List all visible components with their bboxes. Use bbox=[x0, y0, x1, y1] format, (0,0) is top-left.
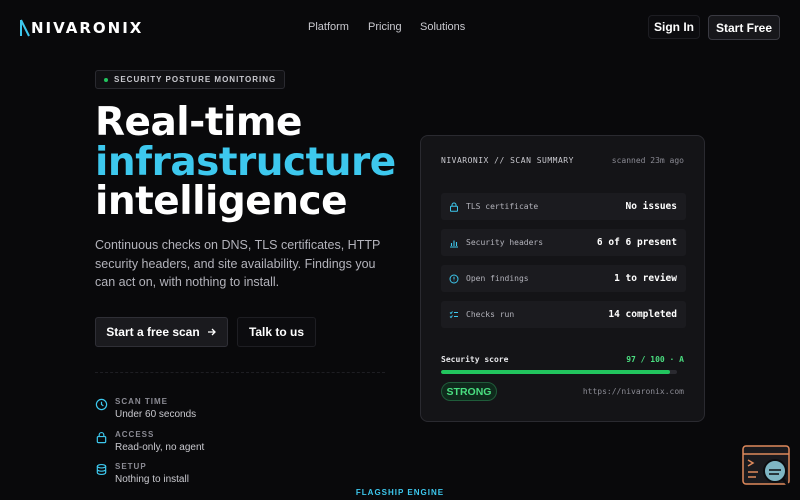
feature-access: ACCESS Read-only, no agent bbox=[95, 430, 204, 453]
help-widget-icon[interactable] bbox=[742, 445, 790, 487]
hero-title-line1: Real-time bbox=[95, 100, 302, 145]
score-progress-fill bbox=[441, 370, 670, 374]
status-dot-icon bbox=[104, 77, 108, 82]
summary-row-findings: Open findings 1 to review bbox=[441, 265, 686, 292]
section-divider bbox=[95, 372, 385, 373]
summary-row-headers: Security headers 6 of 6 present bbox=[441, 229, 686, 256]
brand-logo[interactable]: NIVARONIX bbox=[20, 19, 143, 37]
arrow-right-icon bbox=[207, 328, 216, 336]
start-free-button[interactable]: Start Free bbox=[708, 15, 780, 40]
brand-name: NIVARONIX bbox=[31, 19, 144, 37]
section-badge: SECURITY POSTURE MONITORING bbox=[95, 70, 286, 89]
feature-label: SCAN TIME bbox=[115, 397, 168, 406]
checklist-icon bbox=[449, 310, 458, 318]
sign-in-button[interactable]: Sign In bbox=[648, 15, 700, 39]
talk-to-us-button[interactable]: Talk to us bbox=[237, 317, 316, 347]
security-score-value: 97 / 100 · A bbox=[626, 355, 684, 364]
row-value: No issues bbox=[625, 201, 677, 212]
scan-summary-card: NIVARONIX // SCAN SUMMARY scanned 23m ag… bbox=[420, 135, 705, 422]
summary-row-checks: Checks run 14 completed bbox=[441, 301, 686, 328]
alert-circle-icon bbox=[449, 274, 459, 283]
lock-icon bbox=[450, 202, 458, 212]
row-label: Checks run bbox=[466, 310, 515, 319]
row-value: 14 completed bbox=[608, 309, 677, 320]
hero-title-line3: intelligence bbox=[95, 179, 348, 224]
scan-timestamp: scanned 23m ago bbox=[611, 156, 684, 165]
feature-setup: SETUP Nothing to install bbox=[95, 462, 189, 485]
feature-label: SETUP bbox=[115, 462, 147, 471]
card-title: NIVARONIX // SCAN SUMMARY bbox=[441, 156, 574, 165]
row-label: TLS certificate bbox=[466, 202, 539, 211]
security-score-label: Security score bbox=[441, 355, 509, 364]
nav-solutions[interactable]: Solutions bbox=[420, 21, 465, 33]
logo-mark-icon bbox=[20, 19, 30, 37]
row-label: Open findings bbox=[466, 274, 529, 283]
summary-row-tls: TLS certificate No issues bbox=[441, 193, 686, 220]
feature-value: Read-only, no agent bbox=[115, 442, 205, 453]
start-scan-button[interactable]: Start a free scan bbox=[95, 317, 228, 347]
row-label: Security headers bbox=[466, 238, 544, 247]
nav-pricing[interactable]: Pricing bbox=[368, 21, 402, 33]
feature-value: Under 60 seconds bbox=[115, 409, 197, 420]
bar-chart-icon bbox=[450, 240, 458, 248]
database-icon bbox=[96, 463, 107, 476]
feature-scan-time: SCAN TIME Under 60 seconds bbox=[95, 397, 196, 420]
hero-title-line2: infrastructure bbox=[95, 140, 396, 185]
feature-label: ACCESS bbox=[115, 430, 155, 439]
clock-icon bbox=[95, 398, 108, 411]
site-url: https://nivaronix.com bbox=[582, 387, 684, 396]
row-value: 6 of 6 present bbox=[596, 237, 677, 248]
row-value: 1 to review bbox=[614, 273, 677, 284]
nav-platform[interactable]: Platform bbox=[308, 21, 349, 33]
status-badge: STRONG bbox=[441, 382, 497, 401]
section-label: FLAGSHIP ENGINE bbox=[355, 488, 445, 497]
score-progress-bar bbox=[441, 370, 677, 374]
hero-description: Continuous checks on DNS, TLS certificat… bbox=[95, 238, 381, 289]
badge-label: SECURITY POSTURE MONITORING bbox=[114, 75, 277, 84]
start-scan-label: Start a free scan bbox=[106, 325, 200, 339]
feature-value: Nothing to install bbox=[115, 474, 189, 485]
lock-icon bbox=[96, 431, 107, 444]
